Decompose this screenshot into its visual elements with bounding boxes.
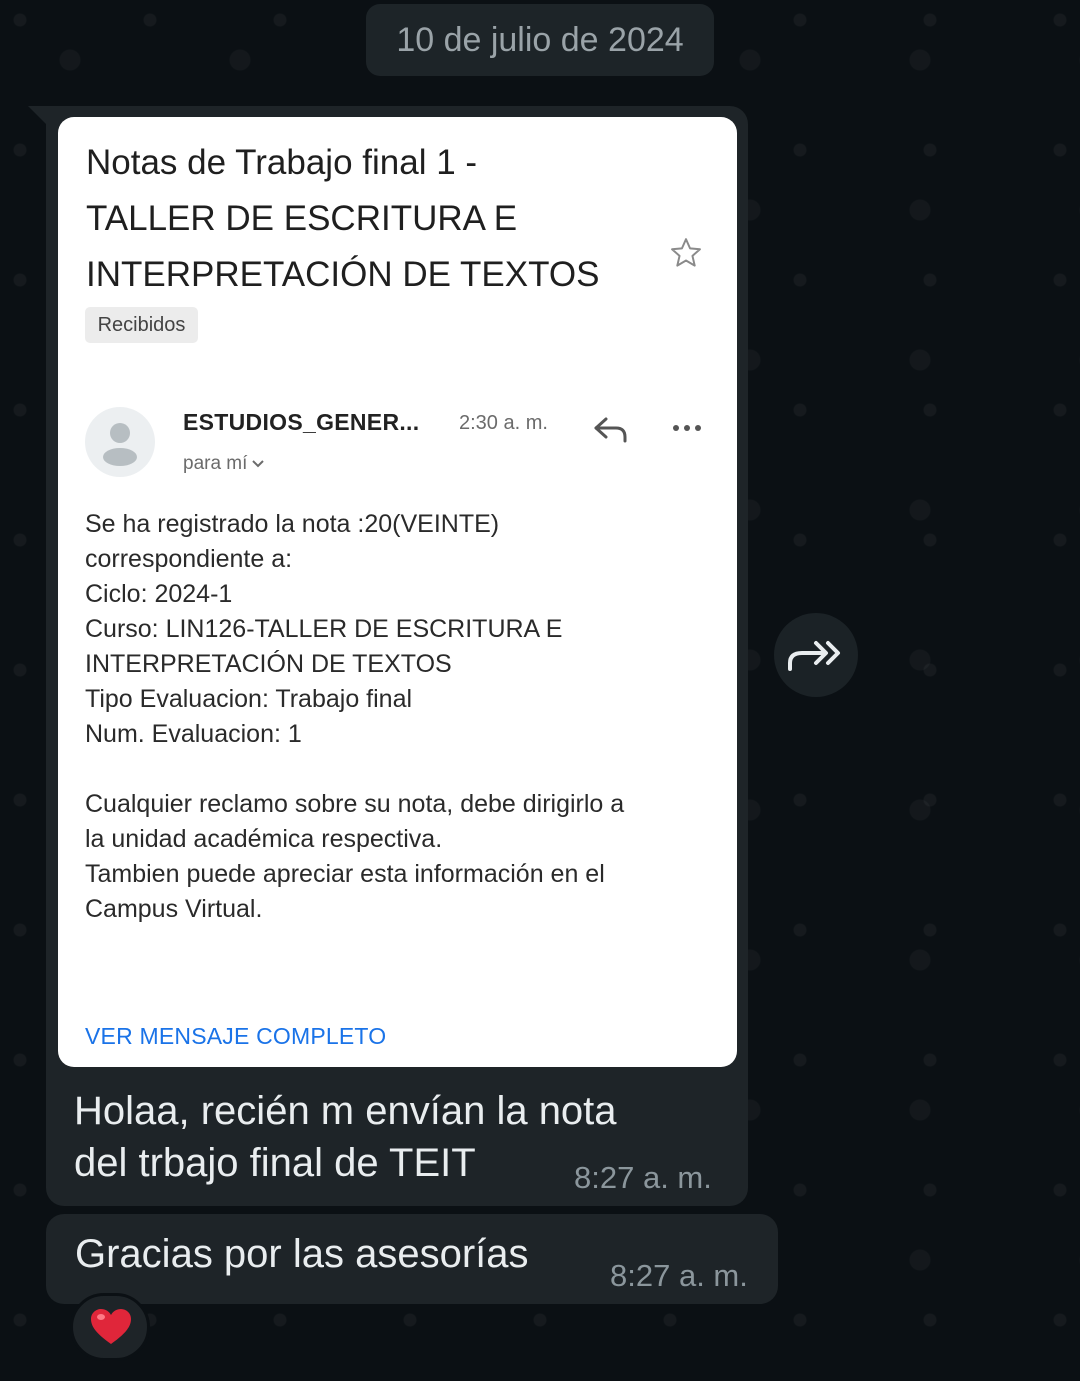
body-line: Cualquier reclamo sobre su nota, debe di…	[85, 790, 625, 818]
view-full-message-link[interactable]: VER MENSAJE COMPLETO	[85, 1023, 386, 1050]
avatar	[85, 407, 155, 477]
body-line: INTERPRETACIÓN DE TEXTOS	[85, 650, 452, 678]
inbox-label-chip: Recibidos	[85, 307, 198, 343]
body-line: Curso: LIN126-TALLER DE ESCRITURA E	[85, 615, 563, 643]
chevron-down-icon	[252, 460, 265, 468]
message-time: 8:27 a. m.	[574, 1160, 712, 1195]
email-subject: Notas de Trabajo final 1 - TALLER DE ESC…	[86, 135, 646, 303]
body-line: Ciclo: 2024-1	[85, 580, 233, 608]
body-line: la unidad académica respectiva.	[85, 825, 443, 853]
body-line: Tipo Evaluacion: Trabajo final	[85, 685, 413, 713]
body-line: Tambien puede apreciar esta información …	[85, 860, 605, 888]
body-line: correspondiente a:	[85, 545, 293, 573]
body-line: Num. Evaluacion: 1	[85, 720, 302, 748]
subject-line: INTERPRETACIÓN DE TEXTOS	[86, 255, 600, 294]
body-line: Se ha registrado la nota :20(VEINTE)	[85, 510, 500, 538]
message-text: Gracias por las asesorías	[75, 1232, 529, 1276]
more-horizontal-icon	[673, 425, 701, 431]
subject-line: Notas de Trabajo final 1 -	[86, 143, 478, 182]
email-sender: ESTUDIOS_GENER...	[183, 409, 420, 435]
star-outline-icon	[671, 238, 701, 267]
body-line: Campus Virtual.	[85, 895, 263, 923]
forward-icon	[788, 641, 840, 671]
email-recipient: para mí	[183, 453, 265, 475]
subject-line: TALLER DE ESCRITURA E	[86, 199, 518, 238]
message-reaction[interactable]	[70, 1293, 150, 1361]
message-time: 8:27 a. m.	[610, 1258, 748, 1293]
email-body: Se ha registrado la nota :20(VEINTE) cor…	[85, 507, 725, 927]
email-time: 2:30 a. m.	[459, 412, 548, 434]
date-separator: 10 de julio de 2024	[366, 4, 714, 76]
message-line: Holaa, recién m envían la nota	[74, 1089, 617, 1133]
person-icon	[103, 423, 137, 466]
recipient-label: para mí	[183, 453, 248, 474]
reply-icon	[594, 417, 627, 443]
forward-button[interactable]	[774, 613, 858, 697]
red-heart-icon	[91, 1309, 131, 1344]
email-screenshot[interactable]: Notas de Trabajo final 1 - TALLER DE ESC…	[58, 117, 737, 1067]
